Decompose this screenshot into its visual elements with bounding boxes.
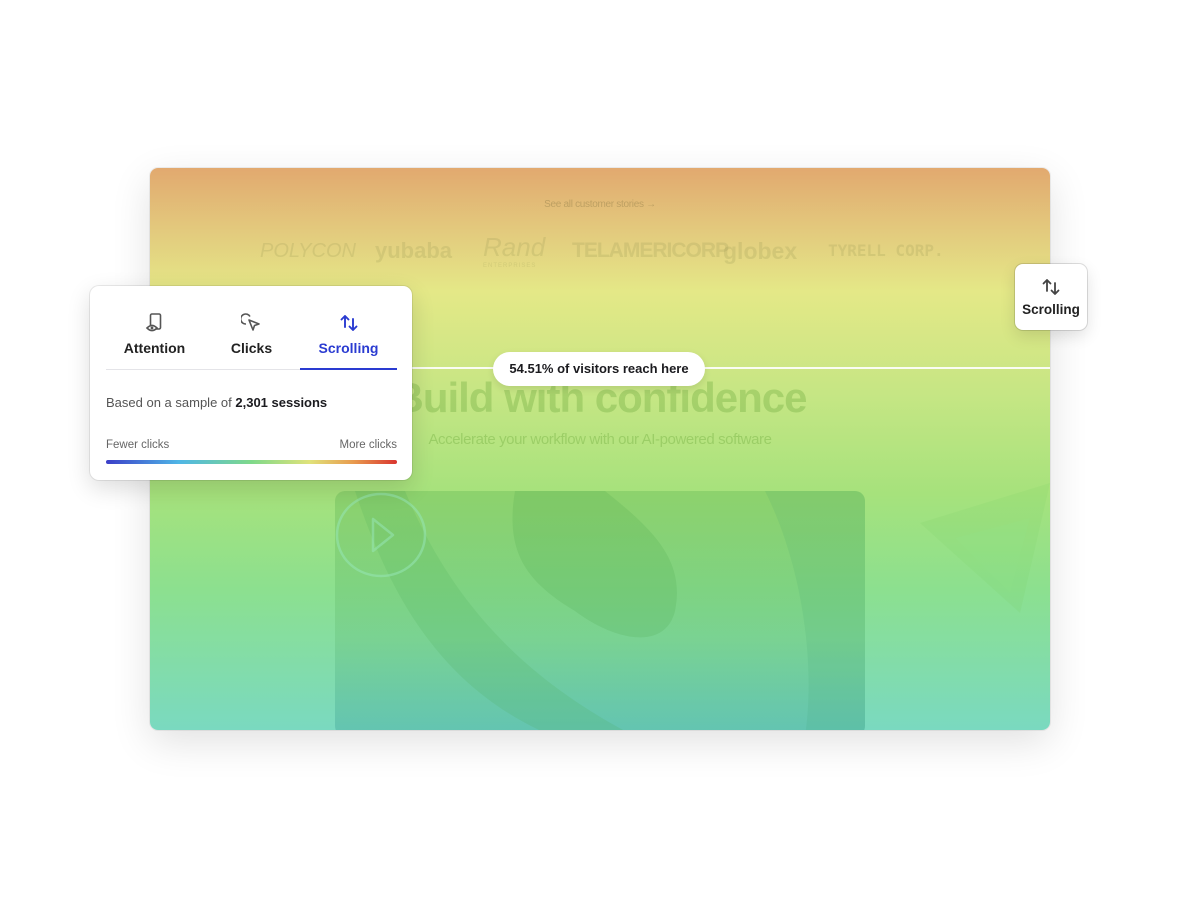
legend-low-label: Fewer clicks [106,439,170,451]
logo-rand-subtitle: ENTERPRISES [483,263,537,269]
sample-size-text: Based on a sample of 2,301 sessions [106,395,327,410]
tab-attention-label: Attention [123,340,186,356]
tab-scrolling-label: Scrolling [318,340,379,356]
sample-value: 2,301 sessions [235,395,328,410]
tab-clicks-label: Clicks [230,340,273,356]
logo-globex: globex [723,238,798,264]
heatmap-color-scale [106,460,397,464]
logo-rand: Rand [483,232,546,262]
heatmap-tabs: Attention Clicks Scrolling [106,286,397,370]
logo-polycon: POLYCON [260,240,356,262]
play-icon[interactable] [335,491,427,579]
see-all-stories-link[interactable]: See all customer stories → [150,199,1050,210]
arrows-up-down-icon [1042,279,1060,295]
attention-icon [145,313,162,332]
logo-telamericorp: TELAMERICORP [572,239,729,262]
customer-logos: POLYCON yubaba Rand ENTERPRISES TELAMERI… [260,232,944,270]
logo-tyrell: TYRELL CORP. [828,241,944,260]
scrolling-mode-label: Scrolling [1022,302,1080,317]
legend-high-label: More clicks [339,439,397,451]
scroll-depth-label: 54.51% of visitors reach here [493,352,705,386]
tab-clicks[interactable]: Clicks [203,286,300,369]
sample-prefix: Based on a sample of [106,395,232,410]
scrolling-mode-button[interactable]: Scrolling [1015,264,1087,330]
tab-scrolling[interactable]: Scrolling [300,286,397,370]
heatmap-panel: Attention Clicks Scrolling Based on a sa… [90,286,412,480]
arrows-up-down-icon [340,315,358,331]
logo-yubaba: yubaba [375,238,453,263]
cursor-click-icon [241,313,260,331]
video-thumbnail[interactable] [335,491,865,730]
decorative-triangle [920,483,1050,613]
tab-attention[interactable]: Attention [106,286,203,369]
